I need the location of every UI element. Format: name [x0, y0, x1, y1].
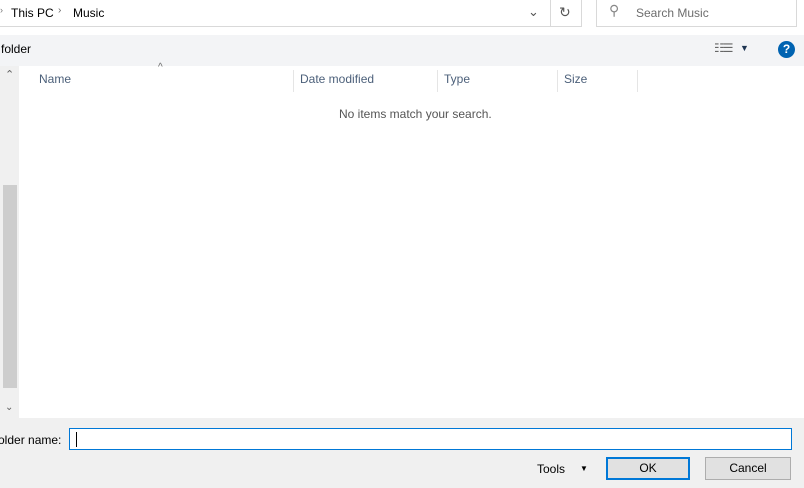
caret-down-icon[interactable]: ▼	[740, 43, 749, 53]
breadcrumb-this-pc[interactable]: This PC	[11, 6, 54, 20]
folder-name-label: older name:	[0, 433, 62, 447]
chevron-down-icon[interactable]: ⌄	[528, 4, 539, 20]
empty-message: No items match your search.	[339, 107, 492, 121]
refresh-icon[interactable]: ↻	[559, 4, 571, 21]
column-name[interactable]: Name	[33, 70, 294, 92]
scroll-thumb[interactable]	[3, 185, 17, 388]
toolbar: folder ☷☰ ▼ ?	[0, 35, 804, 66]
folder-name-input[interactable]	[69, 428, 792, 450]
cancel-button[interactable]: Cancel	[705, 457, 791, 480]
help-icon[interactable]: ?	[778, 41, 795, 58]
view-options-icon[interactable]: ☷☰	[714, 41, 733, 55]
ok-button[interactable]: OK	[606, 457, 690, 480]
search-icon: ⚲	[609, 2, 620, 18]
column-date-modified[interactable]: Date modified	[294, 70, 438, 92]
text-cursor	[76, 432, 77, 447]
column-type[interactable]: Type	[438, 70, 558, 92]
column-size[interactable]: Size	[558, 70, 638, 92]
breadcrumb-chevron-icon: ›	[58, 5, 62, 16]
scroll-down-icon[interactable]: ⌄	[5, 402, 13, 413]
tools-button[interactable]: Tools	[537, 462, 565, 476]
breadcrumb-music[interactable]: Music	[73, 6, 104, 20]
breadcrumb-chevron-icon: ›	[0, 5, 3, 15]
caret-down-icon[interactable]: ▼	[580, 464, 588, 473]
scroll-up-icon[interactable]: ⌃	[5, 68, 14, 81]
search-input[interactable]: Search Music	[636, 6, 709, 20]
search-box[interactable]: ⚲ Search Music	[596, 0, 797, 27]
new-folder-button[interactable]: folder	[1, 42, 31, 56]
